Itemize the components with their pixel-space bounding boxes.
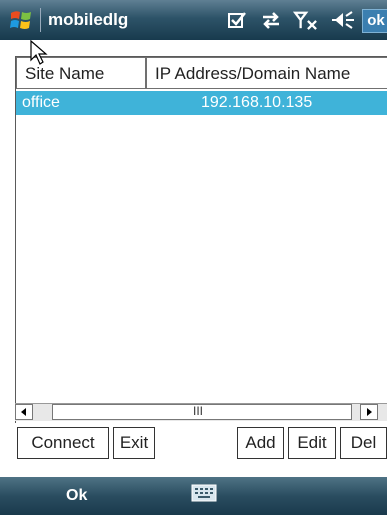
site-list[interactable]: Site Name IP Address/Domain Name office … xyxy=(15,56,387,423)
app-title: mobiledlg xyxy=(48,10,129,29)
scroll-thumb-grip: III xyxy=(193,404,204,418)
windows-start-icon[interactable] xyxy=(9,8,33,32)
title-bar: mobiledlg ok xyxy=(0,0,387,40)
edit-button[interactable]: Edit xyxy=(288,427,336,459)
ok-button[interactable]: ok xyxy=(362,9,387,33)
list-row-selected[interactable]: office 192.168.10.135 xyxy=(16,91,387,115)
arrow-right-icon xyxy=(367,408,372,416)
title-separator xyxy=(40,8,41,32)
ok-softkey[interactable]: Ok xyxy=(66,487,87,505)
signal-off-icon[interactable] xyxy=(293,10,321,30)
mouse-cursor-icon xyxy=(30,40,48,65)
arrow-left-icon xyxy=(21,408,26,416)
notification-check-icon[interactable] xyxy=(227,10,247,30)
ip-address-cell: 192.168.10.135 xyxy=(201,94,313,111)
connect-button[interactable]: Connect xyxy=(17,427,109,459)
scroll-right-button[interactable] xyxy=(360,404,378,420)
horizontal-scrollbar[interactable]: III xyxy=(15,403,387,421)
scroll-thumb[interactable]: III xyxy=(52,404,352,420)
add-button[interactable]: Add xyxy=(237,427,284,459)
connectivity-arrows-icon[interactable] xyxy=(260,10,282,30)
keyboard-icon[interactable] xyxy=(191,484,217,502)
list-header: Site Name IP Address/Domain Name xyxy=(16,57,387,91)
speaker-icon[interactable] xyxy=(330,10,356,30)
exit-button[interactable]: Exit xyxy=(113,427,155,459)
del-button[interactable]: Del xyxy=(340,427,387,459)
column-header-ip-address[interactable]: IP Address/Domain Name xyxy=(146,57,387,89)
site-name-cell: office xyxy=(22,94,60,111)
scroll-left-button[interactable] xyxy=(15,404,33,420)
